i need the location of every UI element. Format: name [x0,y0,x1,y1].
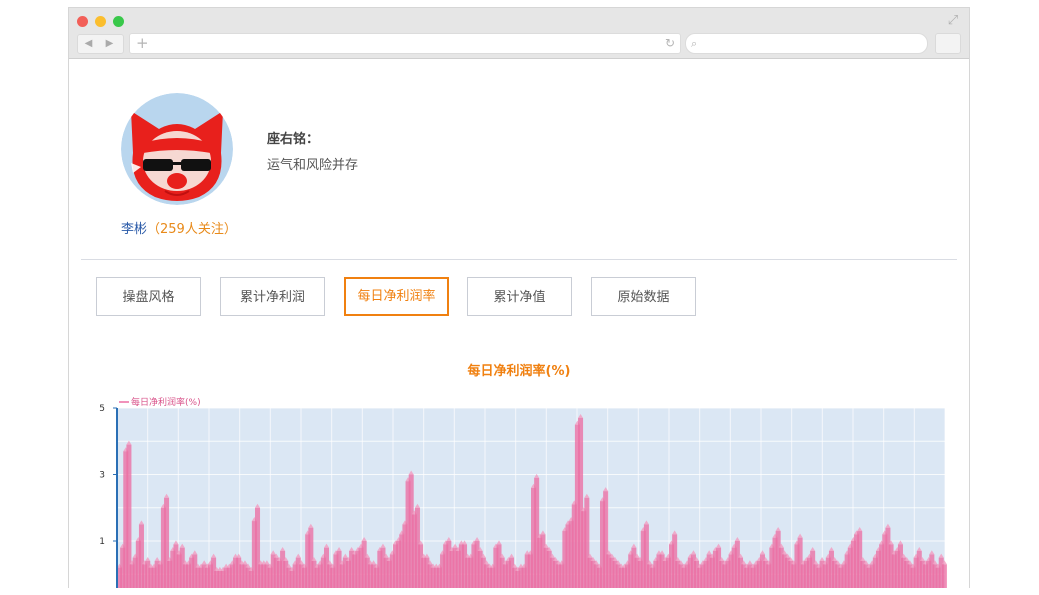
chart-title: 每日净利润率(%) [467,364,571,379]
browser-toolbar: ⤢ ◀ ▶ + ↻ ⌕ [69,8,969,59]
tab-cumulative-net-profit[interactable]: 累计净利润 [220,277,325,316]
daily-profit-rate-chart: 5 3 1 每日净利润率(%) [99,396,947,588]
maximize-window-icon[interactable] [113,16,124,27]
browser-menu-button[interactable] [935,33,961,54]
avatar-image [121,93,233,205]
search-icon: ⌕ [691,37,698,50]
close-window-icon[interactable] [77,16,88,27]
tab-raw-data[interactable]: 原始数据 [591,277,696,316]
follower-count: （259人关注） [147,222,237,237]
tab-trading-style[interactable]: 操盘风格 [96,277,201,316]
y-tick-label: 5 [99,404,105,414]
user-name-text[interactable]: 李彬 [121,222,147,237]
reload-icon[interactable]: ↻ [665,34,675,53]
browser-window: ⤢ ◀ ▶ + ↻ ⌕ 李彬（259人关注） 座右铭： 运气和风险并存 操盘风格… [68,7,970,588]
avatar [121,93,233,205]
tab-cumulative-net-value[interactable]: 累计净值 [467,277,572,316]
back-icon[interactable]: ◀ [78,35,99,53]
data-bar [941,564,947,588]
search-bar[interactable]: ⌕ [685,33,928,54]
y-tick-label: 3 [99,471,105,481]
user-name[interactable]: 李彬（259人关注） [121,218,237,237]
minimize-window-icon[interactable] [95,16,106,27]
tab-daily-net-profit-rate[interactable]: 每日净利润率 [344,277,449,316]
new-tab-icon[interactable]: + [136,34,149,53]
forward-icon[interactable]: ▶ [99,35,120,53]
fullscreen-icon[interactable]: ⤢ [945,14,961,28]
nav-buttons: ◀ ▶ [77,34,124,54]
y-tick-label: 1 [99,537,105,547]
address-bar[interactable]: + ↻ [129,33,681,54]
motto-label: 座右铭： [267,132,320,147]
divider [81,259,957,260]
motto-text: 运气和风险并存 [267,158,359,173]
legend-label: 每日净利润率(%) [131,396,201,408]
